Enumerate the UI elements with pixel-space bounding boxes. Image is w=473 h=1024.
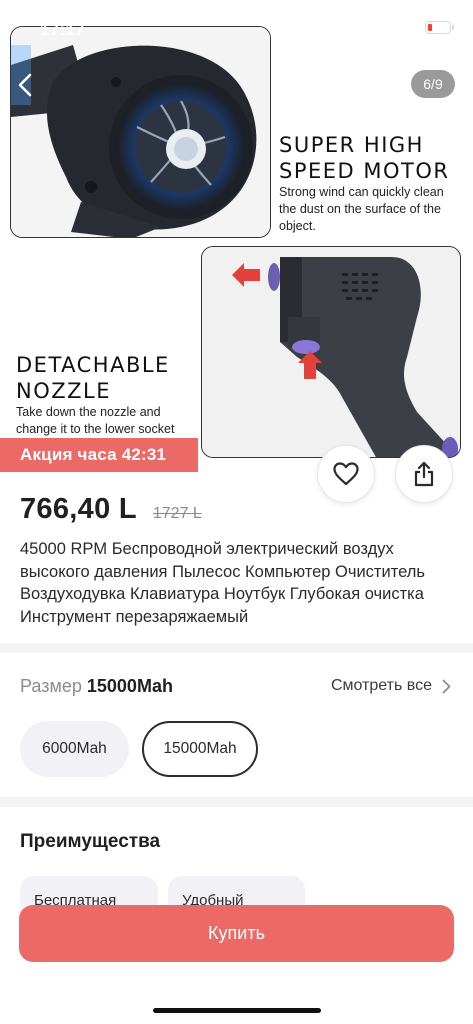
flash-sale-banner: Акция часа 42:31	[0, 438, 198, 472]
product-image-gallery[interactable]: SUPER HIGH SPEED MOTOR Strong wind can q…	[0, 0, 473, 470]
size-option-6000mah[interactable]: 6000Mah	[20, 721, 129, 777]
blower-handle-image	[202, 247, 460, 457]
cellular-signal-icon	[373, 20, 391, 34]
price-row: 766,40 L 1727 L	[20, 493, 202, 526]
status-bar: 17:17	[0, 0, 473, 44]
size-label: Размер 15000Mah	[20, 676, 173, 697]
see-all-label: Смотреть все	[330, 677, 432, 694]
wifi-icon	[399, 20, 417, 34]
size-option-15000mah[interactable]: 15000Mah	[142, 721, 258, 777]
nozzle-feature-title: DETACHABLE NOZZLE	[16, 353, 170, 403]
motor-image-panel	[10, 26, 271, 238]
back-button[interactable]	[10, 68, 40, 102]
current-price: 766,40 L	[20, 493, 137, 525]
blower-motor-image	[11, 27, 270, 237]
size-label-text: Размер	[20, 676, 82, 696]
buy-button[interactable]: Купить	[19, 905, 454, 962]
share-icon	[414, 461, 434, 487]
motor-feature-title: SUPER HIGH SPEED MOTOR	[279, 133, 450, 183]
see-all-sizes-link[interactable]: Смотреть все	[331, 677, 451, 695]
nozzle-feature-subtitle: Take down the nozzle and change it to th…	[16, 405, 175, 436]
selected-size-value: 15000Mah	[86, 676, 173, 696]
image-counter-badge: 6/9	[411, 70, 455, 98]
chevron-right-icon	[442, 679, 451, 693]
home-indicator	[153, 1008, 321, 1013]
status-time: 17:17	[40, 20, 85, 39]
favorite-button[interactable]	[317, 445, 375, 503]
section-divider	[0, 797, 473, 807]
old-price: 1727 L	[152, 505, 202, 522]
motor-feature-subtitle: Strong wind can quickly clean the dust o…	[279, 185, 444, 233]
chevron-left-icon	[18, 73, 32, 97]
section-divider	[0, 643, 473, 653]
battery-icon	[425, 20, 454, 34]
share-button[interactable]	[395, 445, 453, 503]
advantages-title: Преимущества	[20, 831, 161, 852]
heart-icon	[333, 462, 359, 486]
product-title: 45000 RPM Беспроводной электрический воз…	[20, 540, 425, 626]
nozzle-image-panel	[201, 246, 461, 458]
status-icons	[373, 20, 454, 34]
